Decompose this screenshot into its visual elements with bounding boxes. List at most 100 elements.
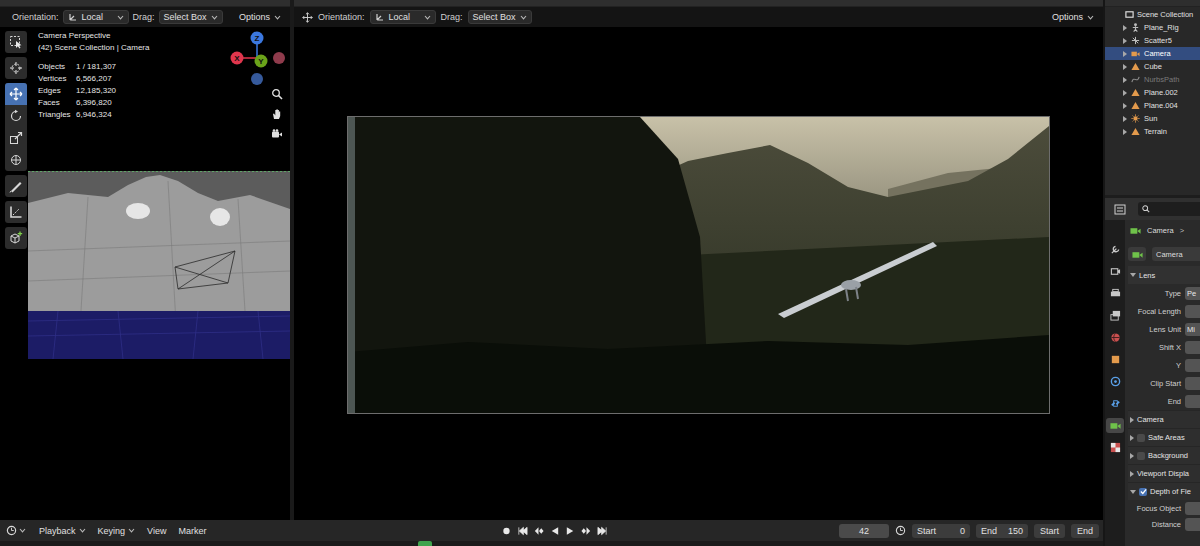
panel-arrow-icon[interactable] xyxy=(1130,417,1134,423)
panel-arrow-icon[interactable] xyxy=(1130,471,1134,477)
play-icon[interactable] xyxy=(565,526,576,536)
expand-arrow-icon[interactable] xyxy=(1123,77,1127,83)
panel-arrow-icon[interactable] xyxy=(1130,490,1136,494)
datablock-name[interactable]: Camera xyxy=(1152,247,1200,261)
properties-tab[interactable] xyxy=(1106,352,1124,367)
negative-axis-handle[interactable] xyxy=(251,73,263,85)
panel-arrow-icon[interactable] xyxy=(1130,273,1136,277)
jump-start-icon[interactable] xyxy=(517,526,528,536)
panel-arrow-icon[interactable] xyxy=(1130,453,1134,459)
outliner-item[interactable]: Sun xyxy=(1105,112,1200,125)
properties-tab[interactable] xyxy=(1106,286,1124,301)
tool-button[interactable] xyxy=(5,31,27,53)
start-frame-field[interactable]: Start 0 xyxy=(912,524,970,538)
timeline-menu[interactable]: Keying xyxy=(95,526,139,536)
properties-tab[interactable] xyxy=(1106,308,1124,323)
viewport-body[interactable] xyxy=(294,27,1103,520)
playback-button[interactable] xyxy=(548,524,561,538)
key-next-icon[interactable] xyxy=(581,526,592,536)
axis-handle[interactable] xyxy=(255,55,268,68)
properties-editor-icon[interactable] xyxy=(1114,204,1126,215)
properties-tab[interactable] xyxy=(1106,242,1124,257)
panel-header[interactable]: Camera xyxy=(1128,410,1200,428)
key-prev-icon[interactable] xyxy=(533,526,544,536)
expand-arrow-icon[interactable] xyxy=(1123,103,1127,109)
negative-axis-handle[interactable] xyxy=(273,52,285,64)
playback-button[interactable] xyxy=(580,524,593,538)
play-reverse-icon[interactable] xyxy=(549,526,560,536)
property-field[interactable] xyxy=(1185,518,1200,531)
orientation-dropdown[interactable]: Local xyxy=(63,10,129,24)
viewport-canvas[interactable]: Camera Perspective (42) Scene Collection… xyxy=(28,27,290,520)
outliner-item[interactable]: Scatter5 xyxy=(1105,34,1200,47)
expand-arrow-icon[interactable] xyxy=(1123,25,1127,31)
panel-arrow-icon[interactable] xyxy=(1130,435,1134,441)
datablock-browse[interactable] xyxy=(1128,247,1146,261)
expand-arrow-icon[interactable] xyxy=(1123,90,1127,96)
properties-tab[interactable] xyxy=(1106,418,1124,433)
jump-end-icon[interactable] xyxy=(597,526,608,536)
tool-button[interactable] xyxy=(5,57,27,79)
outliner-item[interactable]: Plane.004 xyxy=(1105,99,1200,112)
expand-arrow-icon[interactable] xyxy=(1123,51,1127,57)
playback-button[interactable] xyxy=(532,524,545,538)
timeline-button[interactable]: Start xyxy=(1034,524,1065,538)
panel-header[interactable]: Safe Areas xyxy=(1128,428,1200,446)
property-field[interactable] xyxy=(1185,377,1200,390)
panel-checkbox[interactable] xyxy=(1139,488,1147,496)
panel-checkbox[interactable] xyxy=(1137,434,1145,442)
timeline-button[interactable]: End xyxy=(1071,524,1099,538)
record-icon[interactable] xyxy=(501,526,512,536)
current-frame-field[interactable]: 42 xyxy=(839,524,889,538)
panel-header[interactable]: Background xyxy=(1128,446,1200,464)
axis-handle[interactable] xyxy=(251,32,264,45)
move-icon[interactable] xyxy=(302,12,313,23)
properties-tab[interactable] xyxy=(1106,264,1124,279)
outliner-item[interactable]: NurbsPath xyxy=(1105,73,1200,86)
drag-dropdown[interactable]: Select Box xyxy=(468,10,532,24)
outliner-item[interactable]: Camera xyxy=(1105,47,1200,60)
playback-button[interactable] xyxy=(564,524,577,538)
editor-type-button[interactable] xyxy=(4,525,30,536)
frame-ruler[interactable] xyxy=(0,541,1103,546)
property-field[interactable] xyxy=(1185,502,1200,515)
timeline-menu[interactable]: View xyxy=(144,526,169,536)
options-dropdown[interactable]: Options xyxy=(234,10,286,24)
property-field[interactable] xyxy=(1185,341,1200,354)
tool-button[interactable] xyxy=(5,227,27,249)
nav-button[interactable] xyxy=(268,125,286,143)
playback-button[interactable] xyxy=(500,524,513,538)
tool-button[interactable] xyxy=(5,175,27,197)
outliner-item[interactable]: Plane_Rig xyxy=(1105,21,1200,34)
end-frame-field[interactable]: End 150 xyxy=(976,524,1028,538)
timeline-menu[interactable]: Marker xyxy=(175,526,209,536)
outliner-item[interactable]: Plane.002 xyxy=(1105,86,1200,99)
property-field[interactable]: Pe xyxy=(1185,287,1200,300)
tool-button[interactable] xyxy=(5,105,27,127)
nav-button[interactable] xyxy=(268,85,286,103)
tool-button[interactable] xyxy=(5,127,27,149)
panel-header[interactable]: Viewport Displa xyxy=(1128,464,1200,482)
properties-tab[interactable] xyxy=(1106,396,1124,411)
current-frame-marker[interactable] xyxy=(418,541,432,546)
tool-button[interactable] xyxy=(5,149,27,171)
clock-icon[interactable] xyxy=(895,525,906,536)
property-field[interactable] xyxy=(1185,395,1200,408)
properties-tab[interactable] xyxy=(1106,374,1124,389)
drag-dropdown[interactable]: Select Box xyxy=(159,10,223,24)
navigation-gizmo[interactable]: ZXY xyxy=(230,29,290,91)
expand-arrow-icon[interactable] xyxy=(1123,38,1127,44)
datablock-selector[interactable]: Camera xyxy=(1128,246,1200,262)
options-dropdown[interactable]: Options xyxy=(1047,10,1099,24)
panel-header[interactable]: Lens xyxy=(1128,266,1200,284)
tool-button[interactable] xyxy=(5,201,27,223)
property-field[interactable]: Mi xyxy=(1185,323,1200,336)
outliner-root[interactable]: Scene Collection xyxy=(1105,8,1200,21)
property-field[interactable] xyxy=(1185,305,1200,318)
properties-tab[interactable] xyxy=(1106,330,1124,345)
expand-arrow-icon[interactable] xyxy=(1123,129,1127,135)
playback-button[interactable] xyxy=(516,524,529,538)
property-field[interactable] xyxy=(1185,359,1200,372)
panel-checkbox[interactable] xyxy=(1137,452,1145,460)
properties-tab[interactable] xyxy=(1106,440,1124,455)
